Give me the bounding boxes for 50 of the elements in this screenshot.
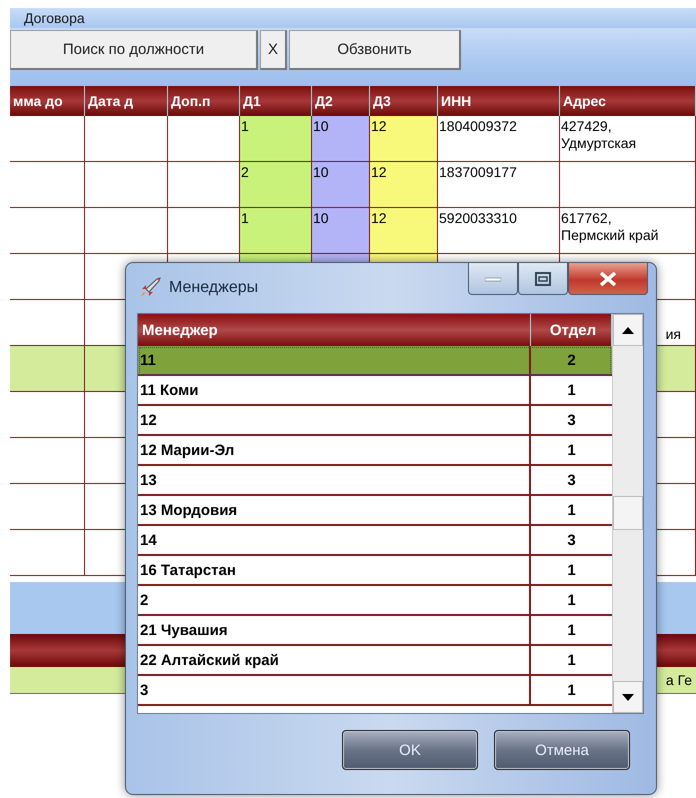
table-cell-text: 5920033310 [439, 210, 518, 227]
dialog-title: Менеджеры [169, 279, 258, 297]
manager-row[interactable]: 22 Алтайский край 1 [138, 646, 612, 676]
scrollbar[interactable] [612, 314, 643, 713]
manager-row[interactable]: 13 Мордовия 1 [138, 496, 612, 526]
clear-button[interactable]: X [260, 30, 287, 70]
minimize-button[interactable] [468, 263, 518, 295]
table-cell: ия [666, 326, 681, 343]
table-cell-text: 1837009177 [439, 164, 518, 181]
manager-row[interactable]: 21 Чувашия 1 [138, 616, 612, 646]
manager-row[interactable]: 14 3 [138, 526, 612, 556]
manager-row[interactable]: 11 Коми 1 [138, 376, 612, 406]
table-cell-text: 12 [371, 164, 388, 181]
manager-row[interactable]: 2 1 [138, 586, 612, 616]
manager-row[interactable]: 13 3 [138, 466, 612, 496]
table-cell-text: 1 [241, 118, 250, 135]
close-icon [598, 270, 618, 286]
table-cell-text: 1804009372 [439, 118, 518, 135]
table-cell-text: 2 [241, 164, 250, 181]
cancel-button[interactable]: Отмена [494, 730, 630, 770]
toolbar-button[interactable]: Поиск по должности [10, 30, 258, 70]
maximize-button[interactable] [518, 263, 568, 295]
toolbar-button[interactable]: Обзвонить [289, 30, 461, 70]
table-cell-text: 12 [371, 210, 388, 227]
scroll-thumb[interactable] [613, 496, 643, 530]
table-cell-text: 617762, Пермский край [561, 210, 660, 244]
table-cell-text: 427429, Удмуртская [561, 118, 638, 152]
close-button[interactable] [568, 263, 648, 295]
manager-row[interactable]: 12 3 [138, 406, 612, 436]
table-row[interactable]: 1 10 12 1804009372 427429, Удмуртская [10, 116, 696, 162]
manager-row[interactable]: 16 Татарстан 1 [138, 556, 612, 586]
manager-row[interactable]: 12 Марии-Эл 1 [138, 436, 612, 466]
ok-button[interactable]: OK [342, 730, 478, 770]
manager-row[interactable]: 11 2 [138, 346, 612, 376]
maximize-icon [535, 272, 551, 286]
table-cell-text: 10 [313, 164, 330, 181]
scroll-up-button[interactable] [613, 314, 643, 346]
down-arrow-icon [622, 694, 634, 700]
table-row[interactable]: 2 10 12 1837009177 [10, 162, 696, 208]
window-title: Договора [10, 8, 696, 28]
table-cell-text: 10 [313, 210, 330, 227]
table-cell-text: 1 [241, 210, 250, 227]
table-cell-text: 12 [371, 118, 388, 135]
table-cell: а Ге [666, 672, 692, 688]
manager-row[interactable]: 3 1 [138, 676, 612, 706]
table-cell-text: 10 [313, 118, 330, 135]
up-arrow-icon [622, 326, 634, 334]
minimize-icon [485, 276, 501, 282]
table-row[interactable]: 1 10 12 5920033310 617762, Пермский край [10, 208, 696, 254]
scroll-down-button[interactable] [613, 681, 643, 713]
